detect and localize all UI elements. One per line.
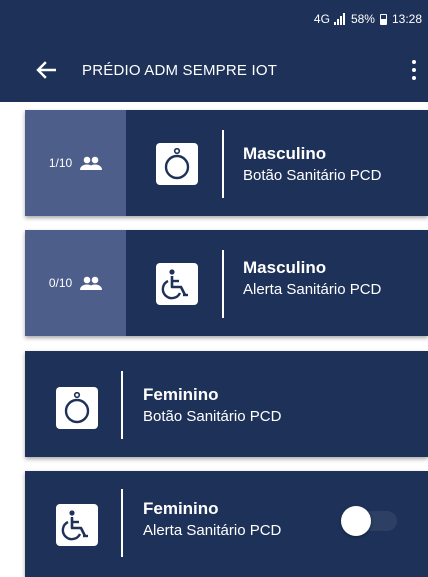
network-indicator: 4G xyxy=(313,12,330,26)
device-subtitle: Alerta Sanitário PCD xyxy=(243,281,382,298)
device-info: Masculino Alerta Sanitário PCD xyxy=(243,258,381,300)
device-subtitle: Alerta Sanitário PCD xyxy=(143,522,282,539)
divider xyxy=(121,489,123,557)
people-icon xyxy=(80,276,103,290)
device-info: Feminino Alerta Sanitário PCD xyxy=(143,499,281,541)
divider xyxy=(222,250,224,318)
wheelchair-icon xyxy=(161,269,188,300)
back-button[interactable] xyxy=(26,50,66,90)
page-title: PRÉDIO ADM SEMPRE IOT xyxy=(82,61,278,79)
device-info: Masculino Botão Sanitário PCD xyxy=(243,144,381,186)
push-button-icon xyxy=(64,392,90,424)
app-bar: PRÉDIO ADM SEMPRE IOT xyxy=(0,38,428,102)
device-icon-box xyxy=(56,387,98,429)
arrow-left-icon xyxy=(36,61,56,79)
battery-icon xyxy=(379,13,387,25)
more-menu-button[interactable] xyxy=(402,50,426,90)
device-card-feminino-botao[interactable]: Feminino Botão Sanitário PCD xyxy=(25,351,428,457)
device-title: Feminino xyxy=(143,385,219,404)
device-card-masculino-botao[interactable]: 1/10 Masculino Botão Sanitário PCD xyxy=(25,110,428,216)
alert-toggle[interactable] xyxy=(337,504,399,538)
occupancy-count: 0/10 xyxy=(48,276,73,290)
device-info: Feminino Botão Sanitário PCD xyxy=(143,385,281,427)
device-card-feminino-alerta[interactable]: Feminino Alerta Sanitário PCD xyxy=(25,471,428,577)
device-title: Masculino xyxy=(243,144,327,163)
push-button-icon xyxy=(164,148,190,180)
device-subtitle: Botão Sanitário PCD xyxy=(143,408,282,425)
wheelchair-icon xyxy=(61,510,88,541)
device-title: Masculino xyxy=(243,258,327,277)
divider xyxy=(121,371,123,439)
device-subtitle: Botão Sanitário PCD xyxy=(243,167,382,184)
status-bar: 4G 58% 13:28 xyxy=(0,0,428,38)
device-card-masculino-alerta[interactable]: 0/10 Masculino Alerta Sanitário PCD xyxy=(25,230,428,336)
toggle-thumb xyxy=(341,506,371,536)
device-icon-box xyxy=(56,504,98,546)
battery-percent: 58% xyxy=(350,12,375,26)
signal-icon xyxy=(333,13,345,25)
occupancy-count: 1/10 xyxy=(48,156,73,170)
device-title: Feminino xyxy=(143,499,219,518)
device-icon-box xyxy=(156,143,198,185)
device-icon-box xyxy=(156,263,198,305)
divider xyxy=(222,130,224,198)
clock: 13:28 xyxy=(391,12,422,26)
occupancy-counter: 1/10 xyxy=(25,110,126,216)
more-vertical-icon xyxy=(412,60,416,80)
occupancy-counter: 0/10 xyxy=(25,230,126,336)
people-icon xyxy=(80,156,103,170)
